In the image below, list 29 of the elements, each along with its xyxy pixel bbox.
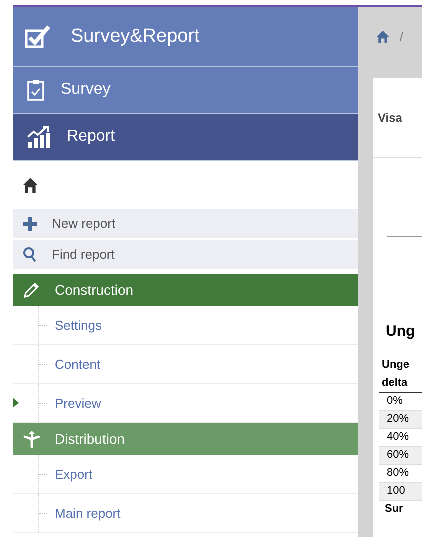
nav-item[interactable]: Report <box>13 114 358 161</box>
table-cell: 60% <box>379 446 422 464</box>
nav-item[interactable]: Survey <box>13 67 358 114</box>
search-icon <box>22 246 38 262</box>
tree-item[interactable]: Content <box>55 356 101 372</box>
action-item[interactable]: New report <box>13 209 358 240</box>
clipboard-icon <box>27 78 45 102</box>
table-cell: 20% <box>379 410 422 428</box>
column-header: delta <box>381 376 409 391</box>
breadcrumb-separator: / <box>400 30 404 44</box>
action-item[interactable]: Find report <box>13 240 358 271</box>
home-icon <box>376 30 390 44</box>
tree-item[interactable]: Export <box>55 466 93 482</box>
section-header[interactable]: Construction <box>13 274 358 306</box>
tab[interactable]: Visa <box>378 110 402 124</box>
app-title: Survey&Report <box>71 26 200 48</box>
section-heading: Ung <box>386 323 416 340</box>
chart-icon <box>27 125 51 149</box>
tree-item[interactable]: Main report <box>55 506 121 520</box>
column-header: Unge <box>381 358 410 373</box>
home-icon <box>22 176 39 194</box>
fork-icon <box>23 430 41 448</box>
tree-item[interactable]: Settings <box>55 318 102 332</box>
table-cell: 100 <box>379 482 422 500</box>
pencil-icon <box>23 281 41 299</box>
plus-icon <box>22 216 38 232</box>
tree-item[interactable]: Preview <box>55 396 102 410</box>
section-header[interactable]: Distribution <box>13 423 358 455</box>
checkbox-icon <box>25 24 53 48</box>
